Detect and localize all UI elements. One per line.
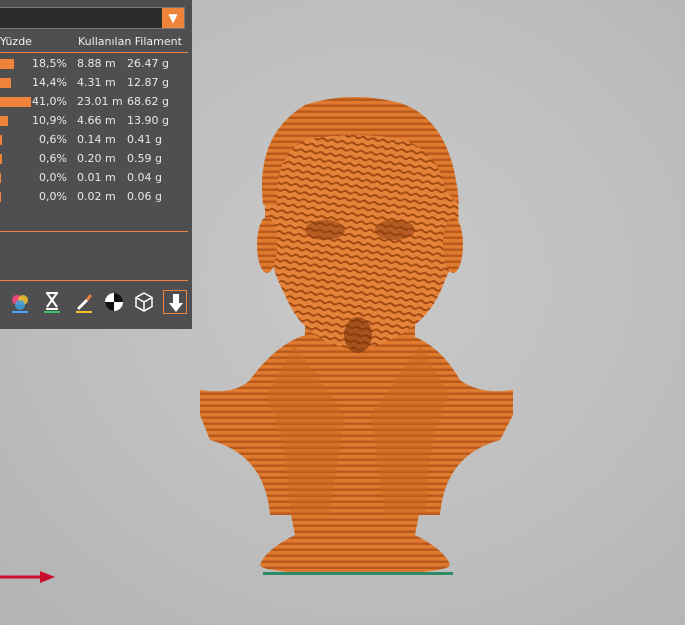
color-print-icon[interactable] [8, 290, 32, 314]
cell-length: 23.01 m [77, 95, 123, 108]
cell-weight: 68.62 g [127, 95, 169, 108]
export-icon[interactable] [163, 290, 187, 314]
cell-percent: 0,6% [39, 152, 67, 165]
view-type-dropdown[interactable]: ▼ [0, 7, 185, 29]
cell-weight: 0.59 g [127, 152, 162, 165]
cell-weight: 0.04 g [127, 171, 162, 184]
cell-length: 0.01 m [77, 171, 116, 184]
x-axis-arrow [0, 571, 55, 583]
table-row: 18,5% 8.88 m 26.47 g [0, 56, 190, 72]
usage-bar [0, 78, 11, 88]
usage-bar [0, 173, 1, 183]
bed-plate [263, 572, 453, 575]
model-eye-right [375, 220, 415, 240]
section-divider [0, 231, 188, 232]
cell-percent: 0,0% [39, 171, 67, 184]
column-header-percent: Yüzde [0, 35, 32, 48]
table-row: 14,4% 4.31 m 12.87 g [0, 75, 190, 91]
cell-percent: 0,0% [39, 190, 67, 203]
chevron-down-icon[interactable]: ▼ [162, 8, 184, 28]
cell-percent: 18,5% [32, 57, 67, 70]
cell-weight: 12.87 g [127, 76, 169, 89]
cell-length: 4.31 m [77, 76, 116, 89]
usage-bar [0, 97, 31, 107]
filament-usage-panel: ▼ Yüzde Kullanılan Filament 18,5% 8.88 m 2… [0, 0, 192, 329]
header-divider [0, 52, 188, 53]
cell-length: 8.88 m [77, 57, 116, 70]
model-pedestal [260, 510, 450, 565]
section-divider [0, 280, 188, 281]
table-row: 10,9% 4.66 m 13.90 g [0, 113, 190, 129]
cell-weight: 0.41 g [127, 133, 162, 146]
cell-length: 0.20 m [77, 152, 116, 165]
table-row: 0,6% 0.14 m 0.41 g [0, 132, 190, 148]
cell-length: 0.14 m [77, 133, 116, 146]
cell-weight: 13.90 g [127, 114, 169, 127]
model-eye-left [305, 220, 345, 240]
usage-bar [0, 154, 2, 164]
cell-percent: 0,6% [39, 133, 67, 146]
paint-brush-icon[interactable] [72, 290, 96, 314]
cell-weight: 26.47 g [127, 57, 169, 70]
half-circle-icon[interactable] [102, 290, 126, 314]
model-chest [200, 335, 513, 515]
table-row: 41,0% 23.01 m 68.62 g [0, 94, 190, 110]
model-ear-right [443, 217, 463, 273]
usage-bar [0, 135, 2, 145]
model-mouth [344, 317, 372, 353]
cell-percent: 14,4% [32, 76, 67, 89]
cell-percent: 10,9% [32, 114, 67, 127]
usage-bar [0, 116, 8, 126]
table-row: 0,6% 0.20 m 0.59 g [0, 151, 190, 167]
usage-bar [0, 192, 1, 202]
cell-length: 4.66 m [77, 114, 116, 127]
cell-length: 0.02 m [77, 190, 116, 203]
wireframe-cube-icon[interactable] [132, 290, 156, 314]
table-row: 0,0% 0.01 m 0.04 g [0, 170, 190, 186]
column-header-used-filament: Kullanılan Filament [78, 35, 182, 48]
table-row: 0,0% 0.02 m 0.06 g [0, 189, 190, 205]
hourglass-icon[interactable] [40, 290, 64, 314]
view-toolbar [0, 290, 192, 318]
usage-bar [0, 59, 14, 69]
model-ear-left [257, 217, 277, 273]
cell-weight: 0.06 g [127, 190, 162, 203]
cell-percent: 41,0% [32, 95, 67, 108]
model-bust[interactable] [195, 95, 525, 580]
